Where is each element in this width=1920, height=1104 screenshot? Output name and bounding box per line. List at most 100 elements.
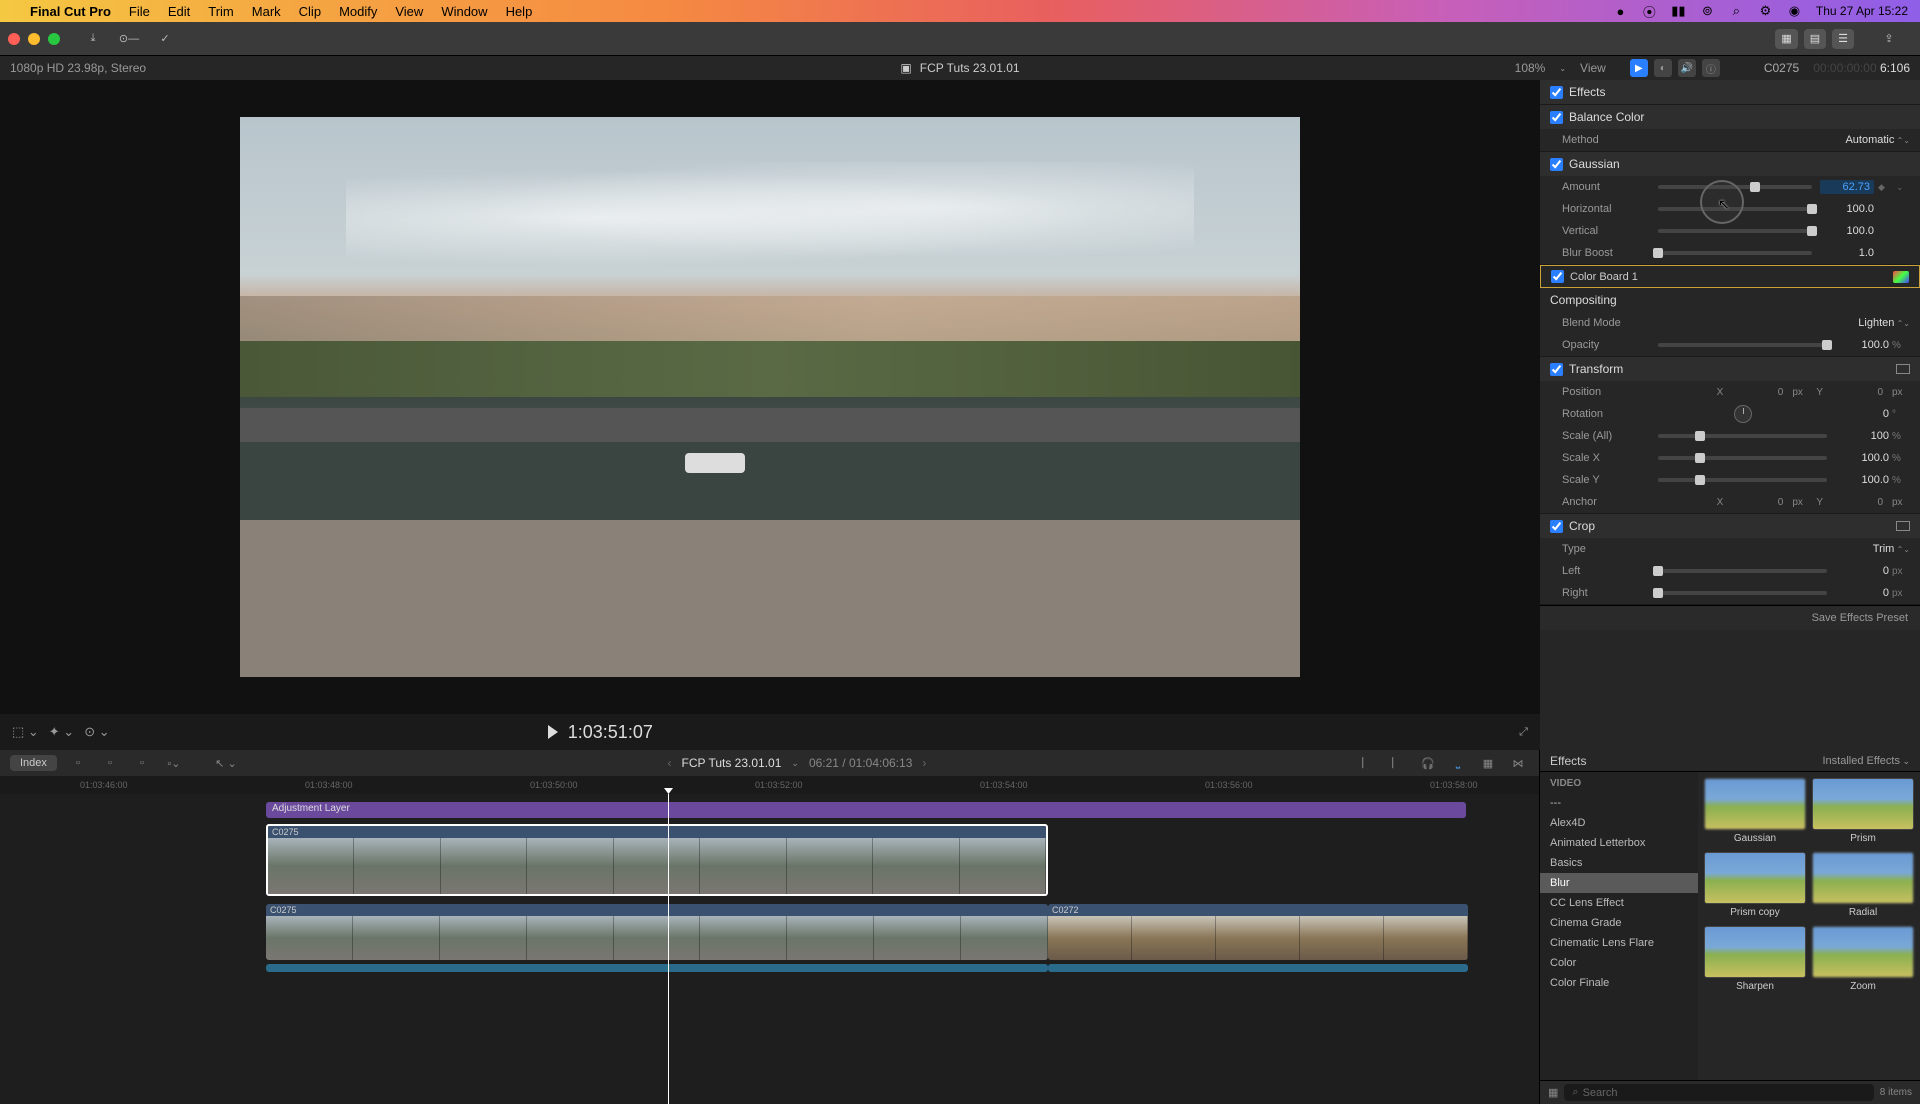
pos-x-value[interactable]: 0 xyxy=(1729,387,1783,398)
append-icon[interactable]: ▫ xyxy=(99,754,121,772)
timeline-prev-icon[interactable]: ‹ xyxy=(668,756,672,770)
adjustment-layer-clip[interactable]: Adjustment Layer xyxy=(266,802,1466,818)
rotation-dial[interactable] xyxy=(1734,405,1752,423)
opacity-value[interactable]: 100.0 xyxy=(1835,339,1889,351)
audio-inspector-icon[interactable]: 🔊 xyxy=(1678,59,1696,77)
connect-icon[interactable]: ▫⌄ xyxy=(163,754,185,772)
amount-reset-icon[interactable]: ⌄ xyxy=(1896,182,1910,193)
crop-checkbox[interactable] xyxy=(1550,520,1563,533)
timeline-name[interactable]: FCP Tuts 23.01.01 xyxy=(682,756,782,770)
fx-cat-item[interactable]: Alex4D xyxy=(1540,813,1698,833)
fx-browser-icon[interactable]: ▦ xyxy=(1477,754,1499,772)
crop-onscreen-icon[interactable] xyxy=(1896,521,1910,531)
timeline-next-icon[interactable]: › xyxy=(922,756,926,770)
fx-cat-item[interactable]: --- xyxy=(1540,793,1698,813)
crop-type-dropdown[interactable]: Trim xyxy=(1873,543,1910,555)
snap-icon[interactable]: ⎵ xyxy=(1447,754,1469,772)
colorboard-checkbox[interactable] xyxy=(1551,270,1564,283)
audio-clip-2[interactable] xyxy=(1048,964,1468,972)
scalex-slider[interactable] xyxy=(1658,456,1827,460)
menu-file[interactable]: File xyxy=(129,4,150,19)
scaleall-slider[interactable] xyxy=(1658,434,1827,438)
balance-checkbox[interactable] xyxy=(1550,111,1563,124)
menu-mark[interactable]: Mark xyxy=(252,4,281,19)
vertical-value[interactable]: 100.0 xyxy=(1820,225,1874,237)
view-menu[interactable]: View xyxy=(1580,61,1606,75)
crop-right-value[interactable]: 0 xyxy=(1835,587,1889,599)
menu-clip[interactable]: Clip xyxy=(299,4,321,19)
fx-cat-item-active[interactable]: Blur xyxy=(1540,873,1698,893)
amount-keyframe-icon[interactable]: ◆ xyxy=(1878,182,1892,193)
balance-color-header[interactable]: Balance Color xyxy=(1540,105,1920,129)
transitions-icon[interactable]: ⋈ xyxy=(1507,754,1529,772)
solo-icon[interactable]: 🎧 xyxy=(1417,754,1439,772)
video-clip-1[interactable]: C0275 xyxy=(266,824,1048,896)
fx-cat-item[interactable]: Color xyxy=(1540,953,1698,973)
maximize-button[interactable] xyxy=(48,33,60,45)
import-button[interactable]: ⤓ xyxy=(80,29,106,49)
viewer-canvas[interactable] xyxy=(0,80,1540,714)
fx-cat-item[interactable]: Basics xyxy=(1540,853,1698,873)
blurboost-slider[interactable] xyxy=(1658,251,1812,255)
spotlight-icon[interactable]: ⌕ xyxy=(1729,4,1744,19)
siri-icon[interactable]: ◉ xyxy=(1787,4,1802,19)
rotation-value[interactable]: 0 xyxy=(1835,408,1889,420)
app-menu[interactable]: Final Cut Pro xyxy=(30,4,111,19)
fx-cat-item[interactable]: Cinema Grade xyxy=(1540,913,1698,933)
insert-icon[interactable]: ▫ xyxy=(67,754,89,772)
wifi-icon[interactable]: ⊚ xyxy=(1700,4,1715,19)
fx-item-prism-copy[interactable]: Prism copy xyxy=(1704,852,1806,918)
fx-cat-item[interactable]: Animated Letterbox xyxy=(1540,833,1698,853)
crop-right-slider[interactable] xyxy=(1658,591,1827,595)
fx-item-prism[interactable]: Prism xyxy=(1812,778,1914,844)
save-preset-button[interactable]: Save Effects Preset xyxy=(1540,605,1920,630)
timeline-tracks[interactable]: Adjustment Layer C0275 C0275 C0272 xyxy=(0,794,1539,1104)
fx-search-input[interactable]: ⌕ Search xyxy=(1564,1084,1873,1101)
fx-thumb-toggle-icon[interactable]: ▦ xyxy=(1548,1086,1558,1099)
playback-icon[interactable]: ⦿ xyxy=(1642,4,1657,19)
crop-left-slider[interactable] xyxy=(1658,569,1827,573)
method-dropdown[interactable]: Automatic xyxy=(1845,134,1910,146)
color-board-row[interactable]: Color Board 1 xyxy=(1540,265,1920,288)
fx-item-gaussian[interactable]: Gaussian xyxy=(1704,778,1806,844)
transform-checkbox[interactable] xyxy=(1550,363,1563,376)
fx-cat-item[interactable]: CC Lens Effect xyxy=(1540,893,1698,913)
menu-modify[interactable]: Modify xyxy=(339,4,377,19)
share-button[interactable]: ⇪ xyxy=(1876,29,1902,49)
render-button[interactable]: ✓ xyxy=(152,29,178,49)
keyword-button[interactable]: ⊙― xyxy=(116,29,142,49)
vertical-slider[interactable] xyxy=(1658,229,1812,233)
menu-help[interactable]: Help xyxy=(506,4,533,19)
scaleall-value[interactable]: 100 xyxy=(1835,430,1889,442)
menubar-clock[interactable]: Thu 27 Apr 15:22 xyxy=(1816,4,1908,18)
menu-window[interactable]: Window xyxy=(441,4,487,19)
fx-item-sharpen[interactable]: Sharpen xyxy=(1704,926,1806,992)
video-clip-2[interactable]: C0275 xyxy=(266,904,1048,960)
timeline-ruler[interactable]: 01:03:46:00 01:03:48:00 01:03:50:00 01:0… xyxy=(0,776,1539,794)
info-inspector-icon[interactable]: ⓘ xyxy=(1702,59,1720,77)
play-button[interactable] xyxy=(548,725,558,739)
transform-header[interactable]: Transform xyxy=(1540,357,1920,381)
battery-icon[interactable]: ▮▮ xyxy=(1671,4,1686,19)
crop-left-value[interactable]: 0 xyxy=(1835,565,1889,577)
skimming-icon[interactable]: ⎸ xyxy=(1357,754,1379,772)
close-button[interactable] xyxy=(8,33,20,45)
gaussian-checkbox[interactable] xyxy=(1550,158,1563,171)
amount-slider[interactable] xyxy=(1658,185,1812,189)
scaley-value[interactable]: 100.0 xyxy=(1835,474,1889,486)
opacity-slider[interactable] xyxy=(1658,343,1827,347)
index-button[interactable]: Index xyxy=(10,755,57,771)
horizontal-slider[interactable] xyxy=(1658,207,1812,211)
effects-checkbox[interactable] xyxy=(1550,86,1563,99)
playhead[interactable] xyxy=(668,794,669,1104)
audio-skim-icon[interactable]: ⎸ xyxy=(1387,754,1409,772)
transform-onscreen-icon[interactable] xyxy=(1896,364,1910,374)
blurboost-value[interactable]: 1.0 xyxy=(1820,247,1874,259)
audio-clip-1[interactable] xyxy=(266,964,1048,972)
color-inspector-icon[interactable]: ◐ xyxy=(1654,59,1672,77)
fullscreen-icon[interactable]: ⤢ xyxy=(1519,726,1528,739)
video-clip-3[interactable]: C0272 xyxy=(1048,904,1468,960)
transform-tool-icon[interactable]: ⬚ ⌄ xyxy=(12,724,39,740)
retime-tool-icon[interactable]: ⊙ ⌄ xyxy=(84,724,109,740)
scalex-value[interactable]: 100.0 xyxy=(1835,452,1889,464)
